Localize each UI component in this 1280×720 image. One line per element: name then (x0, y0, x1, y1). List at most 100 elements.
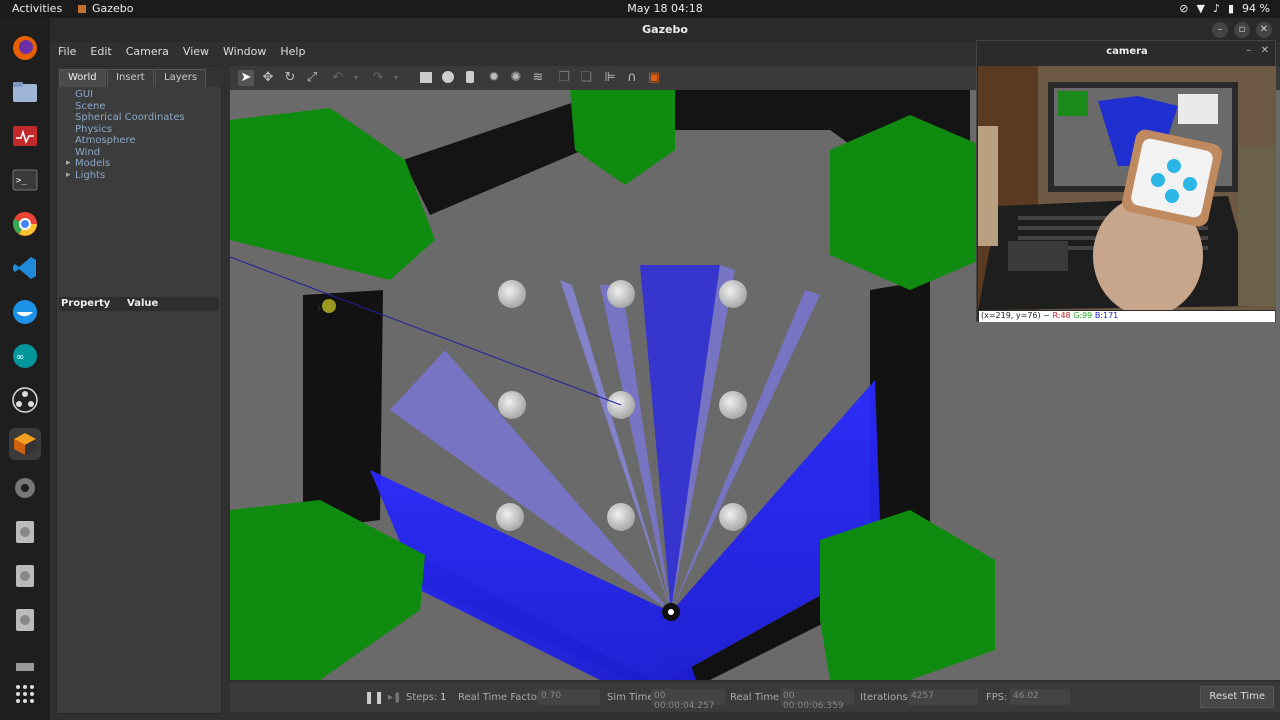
green-cube-top-right (830, 115, 980, 290)
real-time-factor-value: 0.70 (538, 689, 600, 705)
app-menu-label: Gazebo (92, 2, 134, 15)
pixel-red: R:48 (1052, 311, 1071, 320)
panel-tabs: World Insert Layers (57, 67, 223, 87)
network-icon: ⊘ (1179, 2, 1197, 15)
disk-icon[interactable] (9, 516, 41, 548)
rotate-mode-icon[interactable]: ↻ (282, 70, 298, 86)
svg-text:>_: >_ (16, 176, 27, 186)
real-time-value: 00 00:00:06.359 (780, 689, 854, 711)
disk-icon-2[interactable] (9, 560, 41, 592)
disk-icon-3[interactable] (9, 604, 41, 636)
undo-icon[interactable]: ↶ (330, 70, 346, 86)
menu-window[interactable]: Window (215, 42, 272, 58)
gazebo-app-icon (78, 5, 86, 13)
redo-dropdown-icon[interactable]: ▾ (388, 70, 404, 86)
steps-value[interactable]: 1 (440, 692, 446, 703)
title-bar[interactable]: Gazebo – ▫ ✕ (50, 18, 1280, 42)
camera-window-controls[interactable]: – ✕ (1246, 45, 1269, 56)
tree-item-physics[interactable]: Physics (75, 124, 185, 136)
show-apps-icon[interactable] (9, 678, 41, 710)
wifi-icon: ▼ (1196, 2, 1213, 15)
time-panel: ❚❚ ▸❚ Steps: 1 Real Time Factor: 0.70 Si… (230, 682, 1280, 712)
battery-level: 94 % (1242, 2, 1270, 15)
menu-camera[interactable]: Camera (118, 42, 175, 58)
tree-item-scene[interactable]: Scene (75, 101, 185, 113)
pixel-green: G:99 (1073, 311, 1093, 320)
pixel-coords: (x=219, y=76) ~ (981, 311, 1050, 320)
window-title: Gazebo (642, 23, 688, 36)
copy-icon[interactable]: ❐ (556, 70, 572, 86)
align-icon[interactable]: ⊫ (602, 70, 618, 86)
docker-icon[interactable] (9, 296, 41, 328)
sphere-shape-icon[interactable] (440, 70, 456, 86)
undo-dropdown-icon[interactable]: ▾ (348, 70, 364, 86)
spot-light-icon[interactable]: ✺ (508, 70, 524, 86)
paste-icon[interactable]: ❏ (578, 70, 594, 86)
reset-time-button[interactable]: Reset Time (1200, 686, 1274, 708)
arduino-icon[interactable]: ∞ (9, 340, 41, 372)
steps-label: Steps: (406, 692, 438, 703)
close-icon[interactable]: ✕ (1256, 22, 1272, 38)
menu-file[interactable]: File (50, 42, 82, 58)
svg-text:∞: ∞ (16, 352, 24, 363)
dock: >_ ∞ (0, 18, 50, 720)
power-icon: ▮ (1227, 2, 1243, 15)
box-shape-icon[interactable] (418, 70, 434, 86)
activities-button[interactable]: Activities (12, 2, 62, 15)
scale-mode-icon[interactable]: ⤢ (304, 70, 320, 86)
screenshot-icon[interactable]: ▣ (646, 70, 662, 86)
tree-item-models[interactable]: Models (66, 158, 185, 170)
minimize-icon[interactable]: – (1212, 22, 1228, 38)
chrome-icon[interactable] (9, 208, 41, 240)
camera-feed[interactable] (978, 66, 1276, 310)
tree-item-lights[interactable]: Lights (66, 170, 185, 182)
tree-item-atmosphere[interactable]: Atmosphere (75, 135, 185, 147)
tree-item-gui[interactable]: GUI (75, 89, 185, 101)
files-icon[interactable] (9, 76, 41, 108)
system-monitor-icon[interactable] (9, 120, 41, 152)
snap-icon[interactable]: ∩ (624, 70, 640, 86)
real-time-factor-label: Real Time Factor: (458, 692, 545, 703)
iterations-label: Iterations: (860, 692, 911, 703)
terminal-icon[interactable]: >_ (9, 164, 41, 196)
iterations-value: 4257 (908, 689, 978, 705)
wall-left (303, 290, 383, 530)
point-light-icon[interactable]: ✹ (486, 70, 502, 86)
select-mode-icon[interactable]: ➤ (238, 70, 254, 86)
firefox-icon[interactable] (9, 32, 41, 64)
translate-mode-icon[interactable]: ✥ (260, 70, 276, 86)
clock[interactable]: May 18 04:18 (620, 2, 710, 15)
tree-item-spherical-coordinates[interactable]: Spherical Coordinates (75, 112, 185, 124)
tab-layers[interactable]: Layers (155, 69, 207, 87)
system-top-bar: Activities Gazebo May 18 04:18 ⊘▼♪▮94 % (0, 0, 1280, 18)
settings-icon[interactable] (9, 472, 41, 504)
robot-center (668, 609, 674, 615)
app-menu[interactable]: Gazebo (78, 2, 134, 15)
property-table-header: Property Value (59, 297, 219, 311)
maximize-icon[interactable]: ▫ (1234, 22, 1250, 38)
volume-icon: ♪ (1212, 2, 1228, 15)
obs-icon[interactable] (9, 384, 41, 416)
camera-window-title: camera (1106, 46, 1148, 57)
menu-edit[interactable]: Edit (82, 42, 117, 58)
step-icon[interactable]: ▸❚ (388, 692, 401, 703)
property-column-header: Property (61, 298, 111, 309)
tab-world[interactable]: World (59, 69, 106, 87)
tab-insert[interactable]: Insert (107, 69, 154, 87)
system-tray[interactable]: ⊘▼♪▮94 % (1179, 2, 1270, 15)
camera-image (978, 66, 1276, 310)
redo-icon[interactable]: ↷ (370, 70, 386, 86)
menu-view[interactable]: View (175, 42, 215, 58)
pixel-blue: B:171 (1094, 311, 1119, 320)
menu-help[interactable]: Help (272, 42, 311, 58)
tree-item-wind[interactable]: Wind (75, 147, 185, 159)
pixel-info: (x=219, y=76) ~ R:48 G:99 B:171 (979, 311, 1275, 322)
fps-value: 46.02 (1010, 689, 1070, 705)
value-column-header: Value (127, 298, 159, 309)
real-time-label: Real Time: (730, 692, 783, 703)
vscode-icon[interactable] (9, 252, 41, 284)
gazebo-dock-icon[interactable] (9, 428, 41, 460)
directional-light-icon[interactable]: ≋ (530, 70, 546, 86)
pause-icon[interactable]: ❚❚ (364, 690, 384, 704)
cylinder-shape-icon[interactable] (462, 70, 478, 86)
